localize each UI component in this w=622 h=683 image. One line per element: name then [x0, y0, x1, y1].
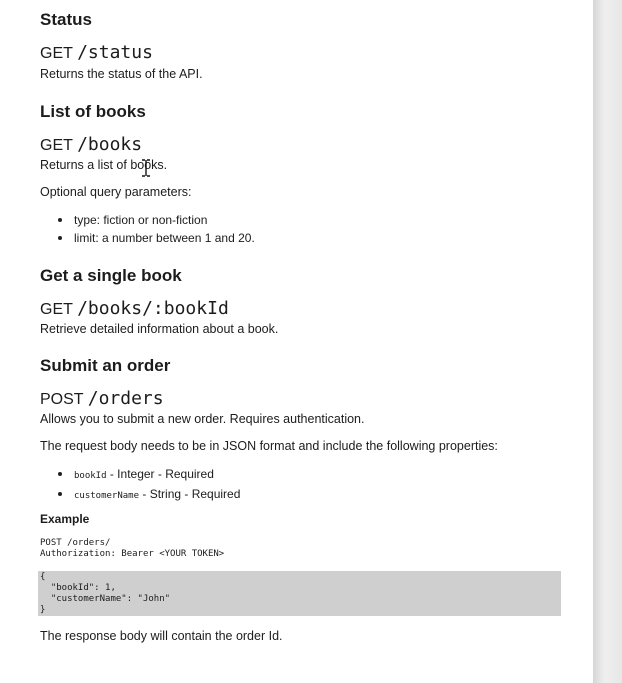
http-method: GET [40, 301, 73, 318]
property-name: customerName [74, 491, 140, 501]
response-note: The response body will contain the order… [40, 629, 283, 643]
http-method: GET [40, 137, 73, 154]
section-heading-single-book: Get a single book [40, 266, 182, 285]
example-code-block: { "bookId": 1, "customerName": "John" } [38, 571, 561, 616]
section-heading-list-books: List of books [40, 102, 146, 121]
example-heading: Example [40, 512, 90, 526]
section-heading-submit-order: Submit an order [40, 356, 171, 375]
endpoint-path: /status [77, 42, 153, 63]
window-edge [593, 0, 622, 683]
example-request: POST /orders/ Authorization: Bearer <YOU… [40, 538, 225, 559]
endpoint-description: Retrieve detailed information about a bo… [40, 322, 279, 336]
endpoint-books: GET /books [40, 135, 142, 156]
endpoint-description: Allows you to submit a new order. Requir… [40, 412, 365, 426]
property-type: - String - Required [139, 487, 241, 501]
section-heading-status: Status [40, 10, 92, 29]
endpoint-status: GET /status [40, 43, 153, 64]
request-body-intro: The request body needs to be in JSON for… [40, 439, 498, 453]
request-properties-list: bookId - Integer - Required customerName… [40, 465, 240, 505]
document-page: Status GET /status Returns the status of… [0, 0, 593, 683]
property-type: - Integer - Required [106, 467, 214, 481]
http-method: GET [40, 45, 73, 62]
property-name: bookId [74, 471, 107, 481]
list-item: limit: a number between 1 and 20. [40, 229, 255, 247]
list-item: customerName - String - Required [40, 485, 240, 505]
http-method: POST [40, 391, 84, 408]
query-params-intro: Optional query parameters: [40, 185, 192, 199]
example-json-body: { "bookId": 1, "customerName": "John" } [40, 572, 171, 615]
query-params-list: type: fiction or non-fiction limit: a nu… [40, 211, 255, 247]
text-cursor-icon [142, 159, 150, 177]
list-item: type: fiction or non-fiction [40, 211, 255, 229]
endpoint-path: /books [77, 134, 143, 155]
endpoint-book-by-id: GET /books/:bookId [40, 299, 229, 320]
endpoint-path: /orders [87, 388, 164, 409]
endpoint-orders: POST /orders [40, 389, 164, 410]
endpoint-path: /books/:bookId [77, 298, 229, 319]
list-item: bookId - Integer - Required [40, 465, 240, 485]
endpoint-description: Returns the status of the API. [40, 67, 203, 81]
